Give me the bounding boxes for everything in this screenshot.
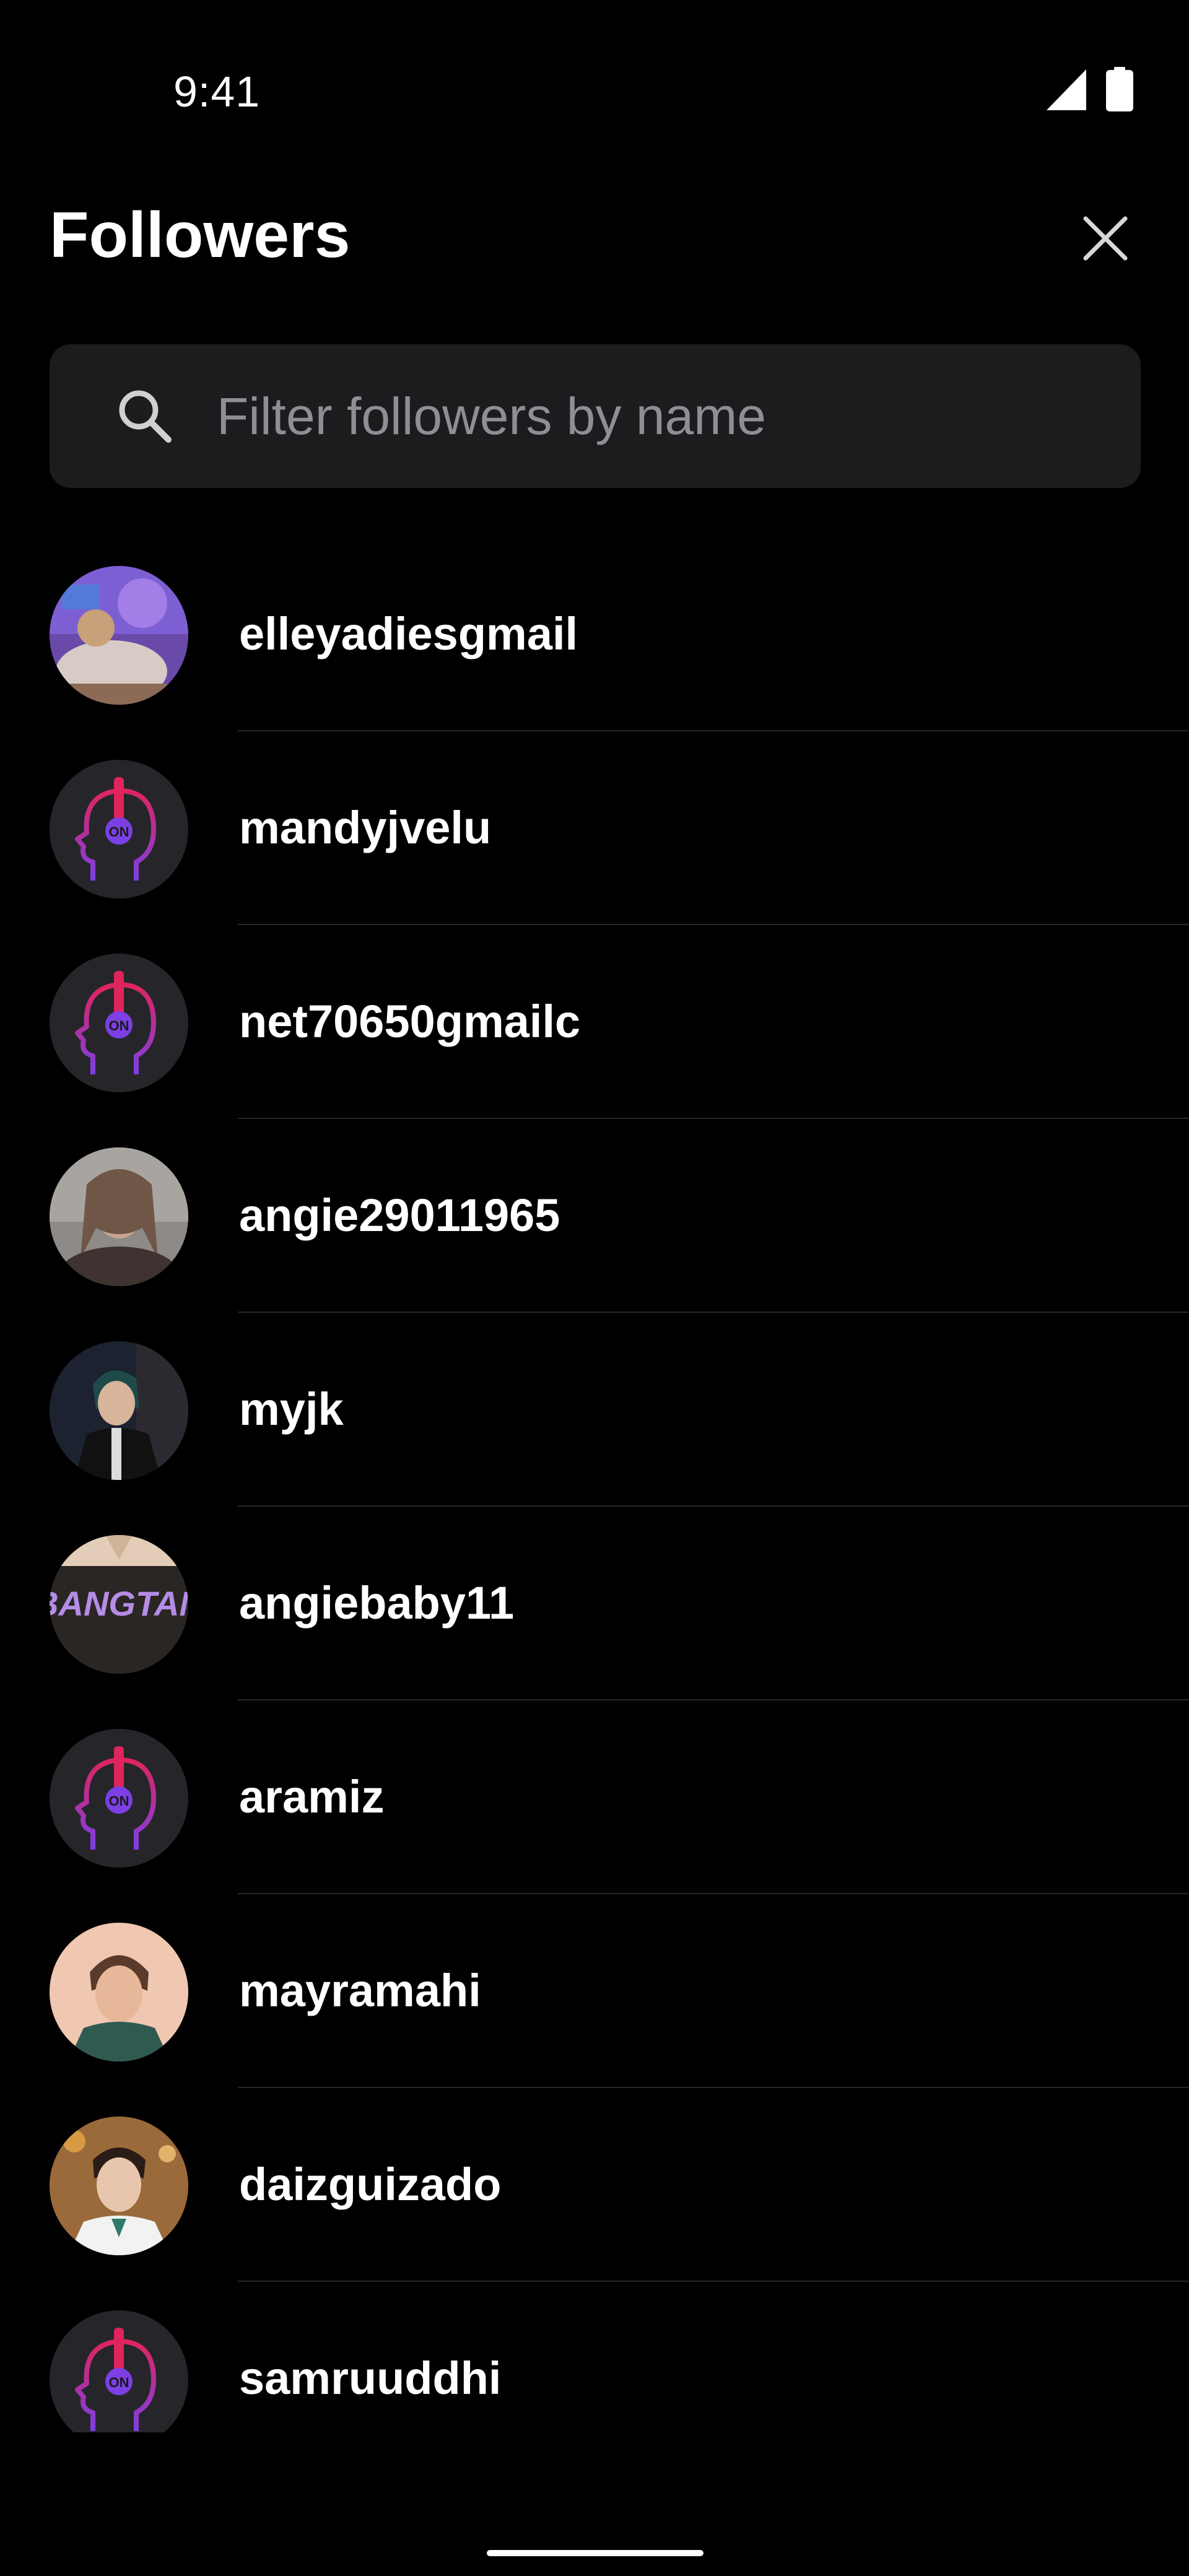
default-avatar-headphones-icon: ON: [50, 2310, 188, 2432]
follower-username: aramiz: [239, 1771, 385, 1822]
close-button[interactable]: [1071, 204, 1139, 272]
svg-text:BANGTAN: BANGTAN: [50, 1584, 188, 1623]
battery-icon: [1106, 67, 1133, 111]
follower-username: angie29011965: [239, 1190, 560, 1241]
follower-item[interactable]: BANGTAN angiebaby11: [0, 1507, 1189, 1700]
home-indicator[interactable]: [487, 2550, 703, 2556]
status-bar: 9:41: [0, 0, 1189, 186]
follower-item[interactable]: ON net70650gmailc: [0, 925, 1189, 1119]
avatar: ON: [50, 760, 188, 899]
avatar: BANGTAN: [50, 1535, 188, 1674]
follower-username: net70650gmailc: [239, 996, 581, 1047]
follower-item[interactable]: angie29011965: [0, 1119, 1189, 1313]
close-icon: [1083, 216, 1128, 261]
svg-text:ON: ON: [109, 2375, 129, 2390]
follower-username: daizguizado: [239, 2159, 502, 2210]
follower-item[interactable]: ON samruuddhi: [0, 2282, 1189, 2432]
avatar: [50, 1341, 188, 1480]
follower-item[interactable]: mayramahi: [0, 1894, 1189, 2088]
cellular-signal-icon: [1047, 69, 1086, 110]
follower-username: mayramahi: [239, 1965, 481, 2016]
status-time: 9:41: [173, 67, 261, 116]
avatar: ON: [50, 954, 188, 1092]
search-box[interactable]: [50, 344, 1141, 488]
default-avatar-headphones-icon: ON: [50, 954, 188, 1092]
follower-username: elleyadiesgmail: [239, 608, 578, 659]
avatar: ON: [50, 2310, 188, 2432]
avatar: [50, 2117, 188, 2255]
follower-item[interactable]: daizguizado: [0, 2088, 1189, 2282]
avatar: ON: [50, 1729, 188, 1868]
search-icon: [119, 390, 172, 443]
svg-text:ON: ON: [109, 824, 129, 840]
avatar: [50, 1923, 188, 2061]
follower-list: elleyadiesgmail ON mandyjvelu ON net7065…: [0, 537, 1189, 2432]
header: Followers: [0, 186, 1189, 285]
follower-username: angiebaby11: [239, 1577, 515, 1629]
page-title: Followers: [50, 199, 351, 271]
avatar: [50, 566, 188, 705]
follower-item[interactable]: elleyadiesgmail: [0, 537, 1189, 731]
follower-item[interactable]: myjk: [0, 1313, 1189, 1507]
default-avatar-headphones-icon: ON: [50, 760, 188, 899]
svg-text:ON: ON: [109, 1793, 129, 1809]
follower-item[interactable]: ON mandyjvelu: [0, 731, 1189, 925]
follower-username: mandyjvelu: [239, 802, 492, 853]
default-avatar-headphones-icon: ON: [50, 1729, 188, 1868]
svg-text:ON: ON: [109, 1018, 129, 1033]
follower-username: myjk: [239, 1383, 344, 1435]
search-input[interactable]: [217, 375, 1108, 457]
follower-username: samruuddhi: [239, 2352, 502, 2404]
follower-item[interactable]: ON aramiz: [0, 1700, 1189, 1894]
avatar: [50, 1147, 188, 1286]
